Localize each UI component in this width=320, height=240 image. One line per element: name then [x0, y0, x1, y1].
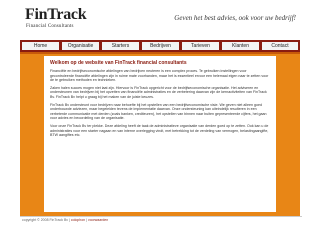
footer-link-voorwaarden[interactable]: voorwaarden: [88, 218, 108, 222]
footer-link-colophon[interactable]: colophon: [71, 218, 85, 222]
content-paragraph: FinTrack Bv ondersteunt voor bedrijven n…: [50, 102, 267, 121]
nav-item-bedrijven[interactable]: Bedrijven: [142, 42, 180, 50]
nav-item-klanten[interactable]: Klanten: [222, 42, 260, 50]
nav-item-tarieven[interactable]: Tarieven: [182, 42, 220, 50]
content-paragraph: Financiële en bedrijfseconomische afdeli…: [50, 69, 269, 83]
page-title: Welkom op de website van FinTrack financ…: [50, 60, 187, 66]
logo-subtitle: Financial Consultants: [26, 24, 74, 29]
slogan: Geven het best advies, ook voor uw bedri…: [174, 14, 296, 22]
nav-item-starters[interactable]: Starters: [102, 42, 140, 50]
nav-item-organisatie[interactable]: Organisatie: [62, 42, 100, 50]
copyright-text: copyright © 2008 FinTrack Bv: [22, 218, 69, 222]
site-header: FinTrack Financial Consultants Geven het…: [20, 4, 300, 36]
content-paragraph: Voor onze FinTrack Bv ter plekke. Deze a…: [50, 123, 269, 138]
main-content: Welkom op de website van FinTrack financ…: [44, 56, 276, 212]
logo[interactable]: FinTrack: [25, 6, 87, 24]
page: FinTrack Financial Consultants Geven het…: [20, 4, 302, 234]
nav-item-contact[interactable]: Contact: [262, 42, 299, 50]
content-paragraph: Zaken halen succes mogen niet laat zijn.…: [50, 85, 267, 99]
band-stripe: [20, 52, 300, 54]
nav-item-home[interactable]: Home: [22, 42, 60, 50]
main-nav: Home Organisatie Starters Bedrijven Tari…: [20, 40, 300, 52]
site-footer: copyright © 2008 FinTrack Bv | colophon …: [20, 216, 302, 223]
